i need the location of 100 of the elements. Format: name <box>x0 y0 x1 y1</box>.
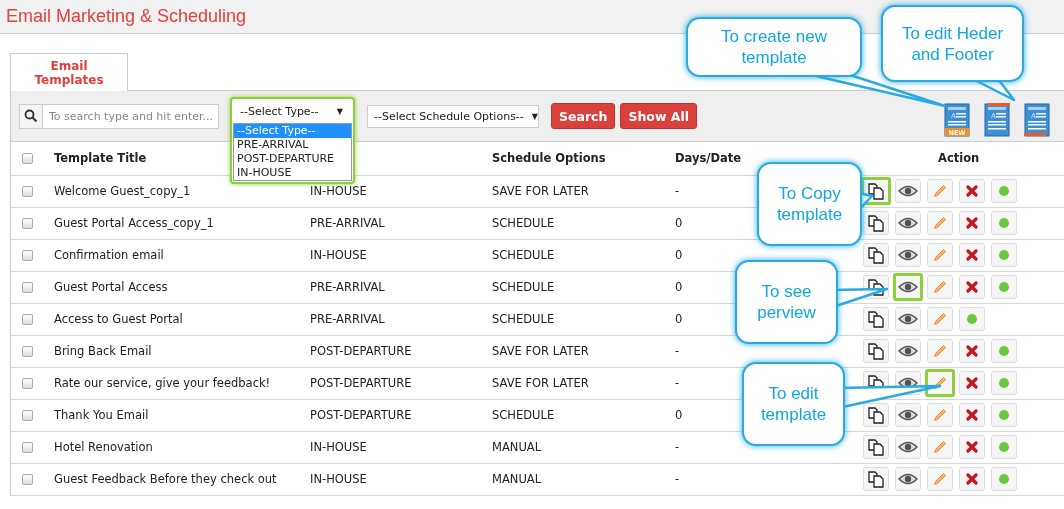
row-checkbox[interactable] <box>22 218 33 229</box>
delete-button[interactable] <box>959 467 985 491</box>
eye-icon <box>898 473 918 485</box>
delete-button[interactable] <box>959 371 985 395</box>
days-cell: - <box>675 376 680 390</box>
delete-button[interactable] <box>959 339 985 363</box>
status-button[interactable] <box>991 403 1017 427</box>
dropdown-option[interactable]: --Select Type-- <box>234 124 351 138</box>
edit-button[interactable] <box>927 275 953 299</box>
type-cell: IN-HOUSE <box>310 184 367 198</box>
eye-icon <box>898 441 918 453</box>
type-cell: IN-HOUSE <box>310 248 367 262</box>
preview-button[interactable] <box>895 403 921 427</box>
edit-button[interactable] <box>927 403 953 427</box>
template-title: Thank You Email <box>54 408 149 422</box>
edit-button[interactable] <box>927 307 953 331</box>
pencil-icon <box>933 216 947 230</box>
status-button[interactable] <box>991 467 1017 491</box>
row-checkbox[interactable] <box>22 186 33 197</box>
row-checkbox[interactable] <box>22 250 33 261</box>
search-button[interactable] <box>19 103 43 129</box>
schedule-cell: SAVE FOR LATER <box>492 376 589 390</box>
column-header: Template Title <box>54 151 147 166</box>
status-button[interactable] <box>991 371 1017 395</box>
preview-button[interactable] <box>895 243 921 267</box>
template-title: Guest Feedback Before they check out <box>54 472 277 486</box>
status-button[interactable] <box>959 307 985 331</box>
preview-button[interactable] <box>895 211 921 235</box>
close-icon <box>966 345 978 357</box>
row-checkbox[interactable] <box>22 410 33 421</box>
copy-button[interactable] <box>863 339 889 363</box>
copy-icon <box>867 214 885 232</box>
eye-icon <box>898 217 918 229</box>
preview-button[interactable] <box>895 467 921 491</box>
copy-button[interactable] <box>863 307 889 331</box>
delete-button[interactable] <box>959 179 985 203</box>
copy-button[interactable] <box>863 211 889 235</box>
schedule-cell: SCHEDULE <box>492 312 555 326</box>
delete-button[interactable] <box>959 435 985 459</box>
days-cell: 0 <box>675 280 683 294</box>
schedule-cell: MANUAL <box>492 472 542 486</box>
row-checkbox[interactable] <box>22 442 33 453</box>
template-title: Confirmation email <box>54 248 164 262</box>
type-cell: POST-DEPARTURE <box>310 376 412 390</box>
status-button[interactable] <box>991 243 1017 267</box>
row-checkbox[interactable] <box>22 346 33 357</box>
preview-button[interactable] <box>895 339 921 363</box>
preview-button[interactable] <box>895 307 921 331</box>
status-button[interactable] <box>991 435 1017 459</box>
action-button[interactable]: Show All <box>620 103 698 129</box>
type-cell: POST-DEPARTURE <box>310 344 412 358</box>
pencil-icon <box>933 312 947 326</box>
status-button[interactable] <box>991 339 1017 363</box>
row-checkbox[interactable] <box>22 378 33 389</box>
schedule-cell: SCHEDULE <box>492 248 555 262</box>
days-cell: - <box>675 472 680 486</box>
search-icon <box>24 109 38 123</box>
delete-button[interactable] <box>959 275 985 299</box>
dropdown-option[interactable]: PRE-ARRIVAL <box>234 138 351 152</box>
schedule-dropdown[interactable]: --Select Schedule Options-- ▼ <box>367 104 539 128</box>
delete-button[interactable] <box>959 211 985 235</box>
copy-button[interactable] <box>863 467 889 491</box>
type-cell: IN-HOUSE <box>310 440 367 454</box>
status-button[interactable] <box>991 275 1017 299</box>
schedule-cell: SCHEDULE <box>492 216 555 230</box>
pencil-icon <box>933 184 947 198</box>
edit-button[interactable] <box>927 211 953 235</box>
status-button[interactable] <box>991 179 1017 203</box>
column-header: Schedule Options <box>492 151 606 166</box>
preview-button[interactable] <box>893 273 923 301</box>
row-checkbox[interactable] <box>22 474 33 485</box>
edit-button[interactable] <box>927 243 953 267</box>
select-all-checkbox[interactable] <box>22 153 33 165</box>
preview-button[interactable] <box>895 179 921 203</box>
pencil-icon <box>933 344 947 358</box>
edit-button[interactable] <box>927 467 953 491</box>
dropdown-option[interactable]: POST-DEPARTURE <box>234 152 351 166</box>
copy-button[interactable] <box>863 403 889 427</box>
dropdown-option[interactable]: IN-HOUSE <box>234 166 351 180</box>
status-button[interactable] <box>991 211 1017 235</box>
copy-button[interactable] <box>863 435 889 459</box>
eye-icon <box>898 249 918 261</box>
action-button[interactable]: Search <box>551 103 616 129</box>
edit-button[interactable] <box>927 435 953 459</box>
edit-button[interactable] <box>927 179 953 203</box>
close-icon <box>966 473 978 485</box>
edit-button[interactable] <box>927 339 953 363</box>
days-cell: 0 <box>675 312 683 326</box>
preview-button[interactable] <box>895 435 921 459</box>
tab[interactable]: Email Templates <box>10 53 128 91</box>
copy-icon <box>867 182 885 200</box>
delete-button[interactable] <box>959 403 985 427</box>
schedule-cell: SCHEDULE <box>492 408 555 422</box>
search-field[interactable]: To search type and hit enter... <box>43 103 219 129</box>
row-checkbox[interactable] <box>22 314 33 325</box>
status-dot-icon <box>999 186 1009 196</box>
copy-button[interactable] <box>863 243 889 267</box>
eye-icon <box>898 313 918 325</box>
row-checkbox[interactable] <box>22 282 33 293</box>
delete-button[interactable] <box>959 243 985 267</box>
